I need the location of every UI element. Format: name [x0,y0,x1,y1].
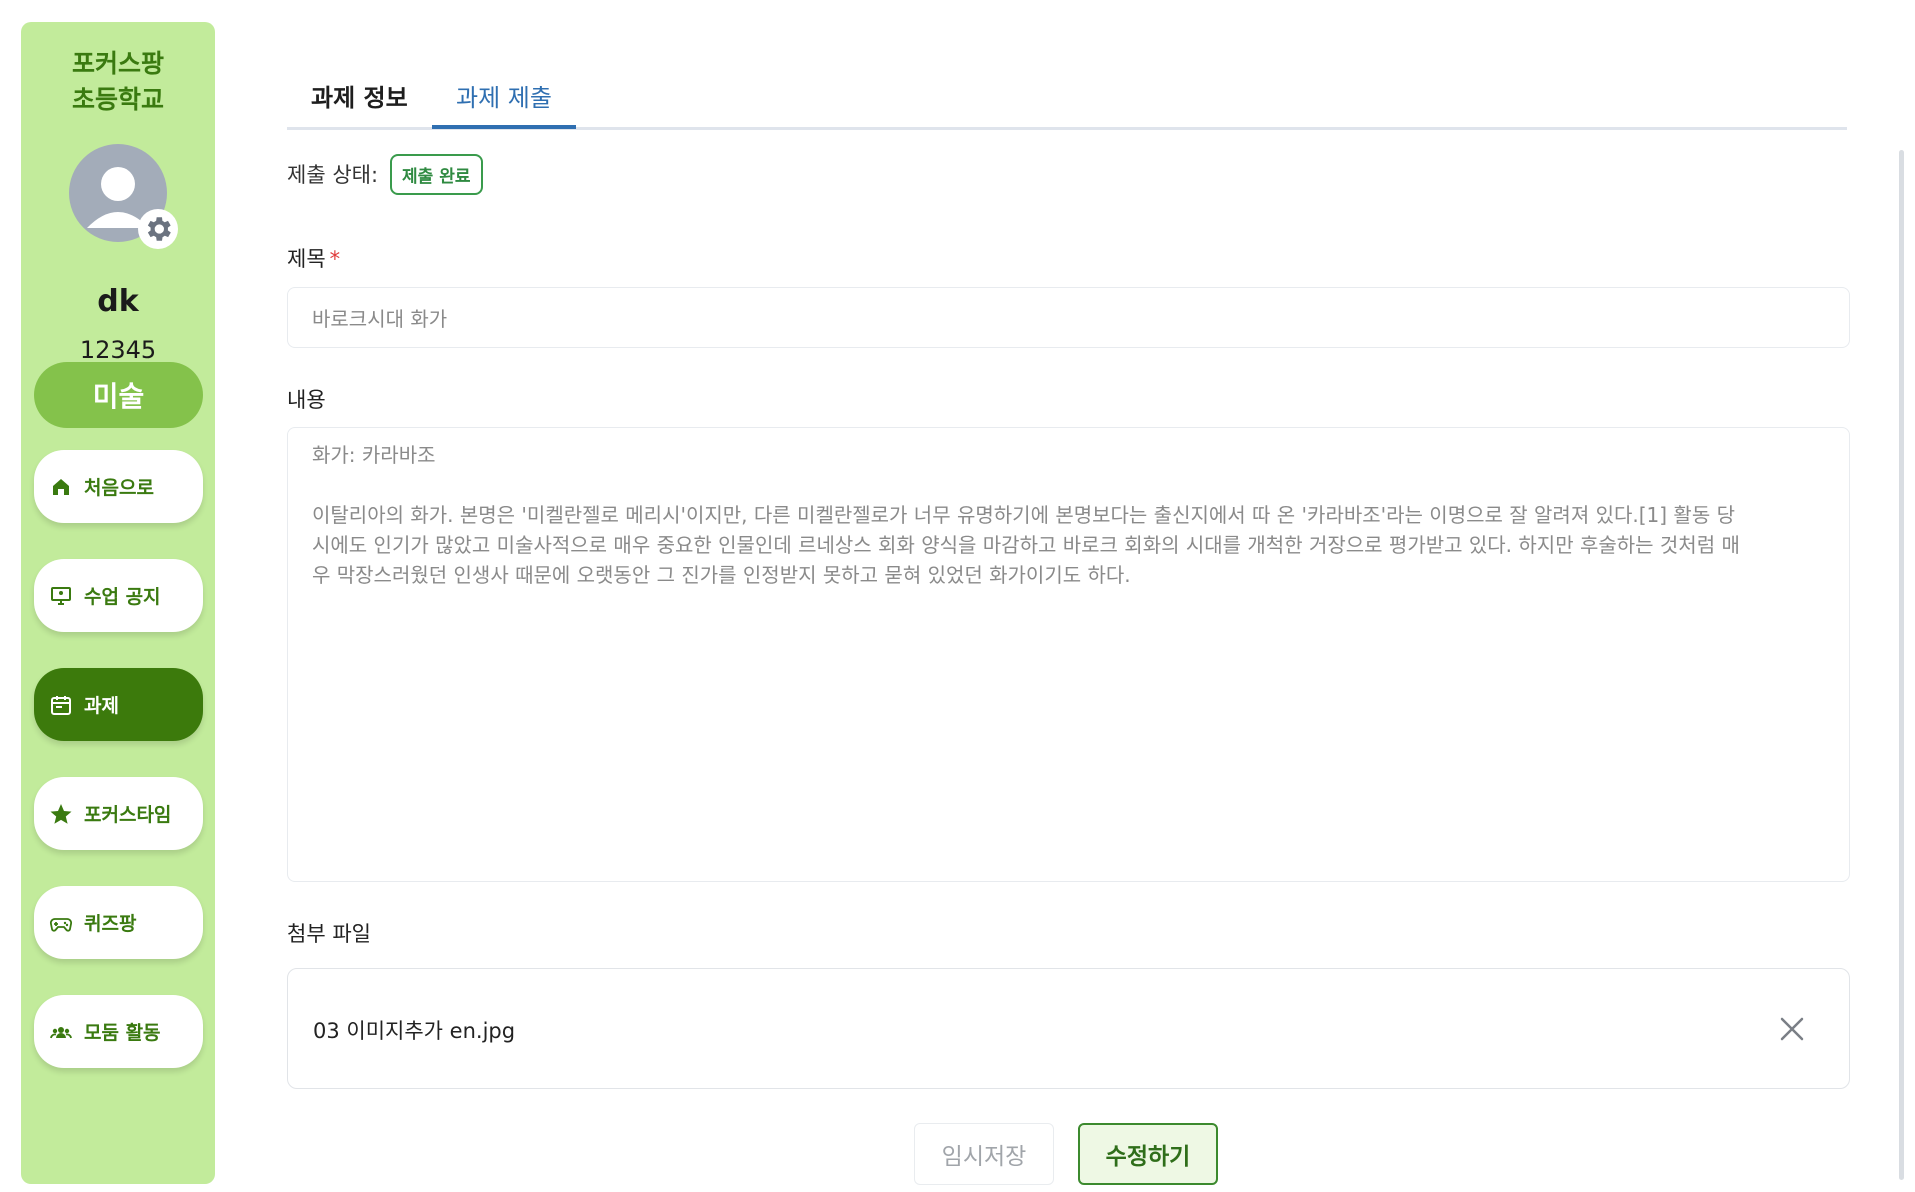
gamepad-icon [48,910,74,936]
required-mark: * [329,247,341,271]
gear-icon [147,217,171,241]
content-textarea[interactable]: 화가: 카라바조 이탈리아의 화가. 본명은 '미켈란젤로 메리시'이지만, 다… [287,427,1850,882]
sidebar-item-quiz[interactable]: 퀴즈팡 [34,886,203,959]
subject-badge: 미술 [34,362,203,428]
edit-button[interactable]: 수정하기 [1078,1123,1218,1185]
temp-save-button[interactable]: 임시저장 [914,1123,1054,1185]
user-name: dk [97,284,139,319]
presentation-icon [48,583,74,609]
active-tab-indicator [432,125,576,129]
sidebar-item-label: 모둠 활동 [84,1022,161,1044]
attachment-box: 03 이미지추가 en.jpg [287,968,1850,1089]
sidebar: 포커스팡 초등학교 dk 12345 미술 처음으로 수업 공지 과제 포커스타… [21,22,215,1184]
title-label: 제목 * [287,243,340,273]
status-badge: 제출 완료 [390,153,483,195]
school-name: 포커스팡 초등학교 [71,49,164,114]
attachment-label: 첨부 파일 [287,922,371,946]
sidebar-item-label: 수업 공지 [84,586,161,608]
submission-status: 제출 상태: 제출 완료 [287,153,483,195]
sidebar-item-label: 과제 [84,695,119,717]
close-icon[interactable] [1777,1014,1807,1044]
title-label-text: 제목 [287,247,326,271]
sidebar-item-home[interactable]: 처음으로 [34,450,203,523]
tab-assignment-info[interactable]: 과제 정보 [287,78,432,130]
settings-gear-button[interactable] [138,209,178,249]
sidebar-item-label: 퀴즈팡 [84,913,137,935]
sidebar-item-notice[interactable]: 수업 공지 [34,559,203,632]
star-icon [48,801,74,827]
home-icon [48,474,74,500]
tab-bar: 과제 정보 과제 제출 [287,70,1847,130]
sidebar-item-label: 처음으로 [84,477,154,499]
calendar-icon [48,692,74,718]
user-id: 12345 [79,336,157,364]
group-icon [48,1019,74,1045]
tab-assignment-submit[interactable]: 과제 제출 [432,78,576,130]
status-label: 제출 상태: [287,163,379,187]
sidebar-item-assignment[interactable]: 과제 [34,668,203,741]
sidebar-item-focustime[interactable]: 포커스타임 [34,777,203,850]
scrollbar[interactable] [1899,150,1904,1180]
sidebar-item-label: 포커스타임 [84,804,172,826]
content-label: 내용 [287,388,326,412]
sidebar-item-group[interactable]: 모둠 활동 [34,995,203,1068]
title-field[interactable]: 바로크시대 화가 [287,287,1850,348]
attachment-file-name: 03 이미지추가 en.jpg [313,1018,516,1043]
